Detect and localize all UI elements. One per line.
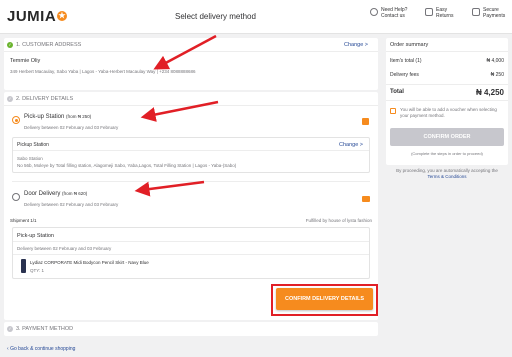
divider (4, 51, 378, 52)
shipment-dates: Delivery between 02 February and 03 Febr… (17, 246, 112, 251)
item-name: Lydiaz CORPORATE Midi Bodycon Pencil Ski… (30, 260, 149, 265)
back-link-text: Go back & continue shopping (10, 346, 76, 352)
terms-link[interactable]: Terms & Conditions (386, 174, 508, 180)
item-qty: QTY: 1 (30, 268, 45, 273)
voucher-note: You will be able to add a voucher when s… (400, 107, 497, 118)
pickup-box-label: Pickup Station (17, 142, 49, 148)
jumia-star-icon: ★ (57, 11, 68, 21)
payments-line2: Payments (483, 13, 506, 19)
divider (4, 105, 378, 106)
help-link[interactable]: Need Help? Contact us (370, 7, 407, 19)
pickup-station-icon (362, 118, 369, 125)
delivery-truck-icon (362, 196, 370, 202)
returns-icon (425, 8, 433, 16)
station-address: No 56b, Moleye by Total filling station,… (17, 163, 237, 168)
delivery-heading-text: 2. DELIVERY DETAILS (16, 96, 74, 102)
terms-note: By proceeding, you are automatically acc… (386, 168, 508, 180)
items-total-value: ₦ 4,000 (486, 58, 504, 64)
delivery-heading: ✓ 2. DELIVERY DETAILS (7, 96, 73, 102)
order-summary: Order summary Item's total (1) ₦ 4,000 D… (386, 38, 508, 165)
door-delivery-radio[interactable] (12, 193, 20, 201)
pickup-price: (from ₦ 250) (66, 114, 92, 119)
pickup-change-link[interactable]: Change > (339, 142, 363, 148)
returns-link[interactable]: Easy Returns (425, 7, 454, 19)
check-icon: ✓ (7, 96, 13, 102)
check-icon: ✓ (7, 42, 13, 48)
delivery-fees-label: Delivery fees (390, 72, 419, 78)
jumia-logo[interactable]: JUMIA ★ (7, 8, 68, 25)
divider (13, 241, 369, 242)
payment-method-section[interactable]: ✓ 3. PAYMENT METHOD (4, 322, 378, 336)
shipment-box: Pick-up Station Delivery between 02 Febr… (12, 227, 370, 279)
pickup-dates: Delivery between 02 February and 03 Febr… (24, 125, 119, 130)
delivery-details-section: ✓ 2. DELIVERY DETAILS Pick-up Station (f… (4, 92, 378, 320)
back-link[interactable]: ‹ Go back & continue shopping (7, 346, 75, 352)
confirm-delivery-button[interactable]: CONFIRM DELIVERY DETAILS (276, 288, 373, 310)
divider (386, 51, 508, 52)
voucher-icon (390, 108, 396, 114)
pickup-radio[interactable] (12, 116, 20, 124)
divider (13, 254, 369, 255)
product-thumbnail (21, 259, 26, 273)
station-name: Sabo Station (17, 156, 43, 161)
delivery-fees-value: ₦ 250 (490, 72, 504, 78)
payment-heading-text: 3. PAYMENT METHOD (16, 326, 74, 332)
address-heading-text: 1. CUSTOMER ADDRESS (16, 42, 82, 48)
door-option-title[interactable]: Door Delivery (from ₦ 620) (24, 191, 87, 197)
confirm-order-button[interactable]: CONFIRM ORDER (390, 128, 504, 146)
fulfilled-by: Fulfilled by house of lysta fashion (305, 218, 372, 223)
divider (386, 100, 508, 101)
summary-heading: Order summary (390, 42, 429, 48)
pickup-title: Pick-up Station (24, 114, 65, 120)
door-dates: Delivery between 02 February and 03 Febr… (24, 202, 119, 207)
door-price: (from ₦ 620) (62, 191, 88, 196)
help-icon (370, 8, 378, 16)
items-total-label: Item's total (1) (390, 58, 422, 64)
pickup-option-title[interactable]: Pick-up Station (from ₦ 250) (24, 114, 91, 120)
shipment-title: Pick-up Station (17, 233, 54, 239)
total-label: Total (390, 89, 404, 95)
address-heading: ✓ 1. CUSTOMER ADDRESS (7, 42, 81, 48)
payments-link[interactable]: Secure Payments (472, 7, 505, 19)
address-change-link[interactable]: Change > (344, 42, 368, 48)
customer-name: Temmie Oliy (10, 58, 41, 64)
pickup-station-box: Pickup Station Change > Sabo Station No … (12, 137, 370, 173)
returns-line2: Returns (436, 13, 454, 19)
divider (13, 150, 369, 151)
payment-heading: ✓ 3. PAYMENT METHOD (7, 326, 73, 332)
total-value: ₦ 4,250 (475, 88, 504, 97)
check-icon: ✓ (7, 326, 13, 332)
door-title: Door Delivery (24, 191, 61, 197)
divider (386, 84, 508, 85)
complete-steps-note: (Complete the steps in order to proceed) (411, 151, 483, 156)
page-title: Select delivery method (175, 12, 256, 21)
help-line2: Contact us (381, 13, 405, 19)
top-bar: JUMIA ★ Select delivery method Need Help?… (0, 0, 512, 34)
divider (12, 181, 370, 182)
customer-address-line: 349 Herbert Macaulay, Sabo Yaba | Lagos … (10, 69, 196, 74)
customer-address-section: ✓ 1. CUSTOMER ADDRESS Change > Temmie Ol… (4, 38, 378, 90)
secure-payment-icon (472, 8, 480, 16)
logo-text: JUMIA (7, 8, 57, 25)
shipment-label: Shipment 1/1 (10, 218, 37, 223)
